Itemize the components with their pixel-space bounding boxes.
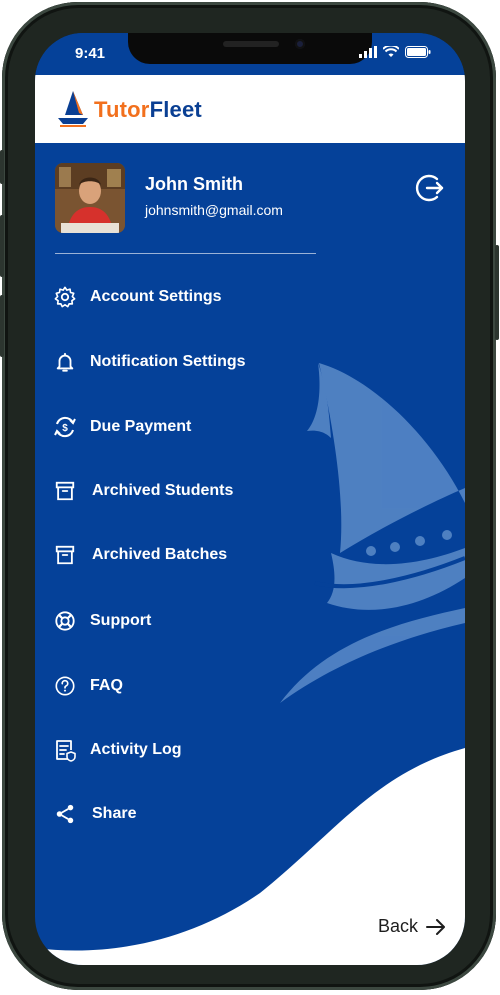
- app-header: TutorFleet: [35, 75, 465, 143]
- menu-item-share[interactable]: Share: [53, 798, 136, 830]
- back-label: Back: [378, 916, 419, 936]
- side-button-left-2: [0, 215, 4, 277]
- status-time: 9:41: [75, 45, 106, 62]
- gear-icon: [53, 285, 77, 309]
- svg-text:$: $: [62, 423, 68, 434]
- user-name: John Smith: [145, 174, 243, 194]
- arrow-right-icon: [426, 918, 446, 935]
- menu-item-notification-settings[interactable]: Notification Settings: [53, 346, 246, 378]
- menu-item-label: Due Payment: [90, 418, 192, 435]
- avatar[interactable]: [55, 163, 125, 233]
- status-bar: 9:41: [35, 33, 465, 75]
- share-icon: [53, 802, 77, 826]
- tutorfleet-logo-icon: [58, 91, 88, 127]
- menu-item-label: Archived Students: [92, 482, 234, 499]
- menu-item-label: Activity Log: [90, 741, 182, 758]
- wifi-icon: [383, 46, 399, 57]
- menu-item-account-settings[interactable]: Account Settings: [53, 281, 222, 313]
- menu-item-label: Support: [90, 612, 152, 629]
- menu-item-label: Notification Settings: [90, 353, 246, 370]
- speaker: [223, 41, 279, 47]
- menu-item-label: Share: [92, 805, 137, 822]
- bell-icon: [53, 350, 77, 374]
- battery-icon: [405, 46, 431, 58]
- status-icons: [359, 46, 431, 58]
- avatar-photo: [55, 163, 125, 233]
- lifebuoy-icon: [53, 609, 77, 633]
- drawer-menu: John Smith johnsmith@gmail.com Account S…: [35, 143, 465, 965]
- menu-item-label: Account Settings: [90, 288, 222, 305]
- logo-text-tutor: Tutor: [94, 97, 150, 122]
- phone-device: 9:41 TutorFleet John Smith johnsmith@gma…: [0, 0, 500, 995]
- question-icon: [53, 674, 77, 698]
- menu-item-archived-batches[interactable]: Archived Batches: [53, 539, 227, 571]
- menu-item-activity-log[interactable]: Activity Log: [53, 734, 182, 766]
- menu-item-faq[interactable]: FAQ: [53, 670, 123, 702]
- logout-button[interactable]: [415, 172, 447, 204]
- activity-log-icon: [53, 738, 77, 762]
- side-button-right: [495, 245, 499, 340]
- app-logo-text: TutorFleet: [94, 97, 202, 123]
- menu-item-archived-students[interactable]: Archived Students: [53, 475, 233, 507]
- side-button-left-3: [0, 295, 4, 357]
- user-email: johnsmith@gmail.com: [145, 202, 283, 218]
- dollar-refresh-icon: $: [53, 415, 77, 439]
- menu-item-due-payment[interactable]: $ Due Payment: [53, 411, 191, 443]
- archive-box-icon: [53, 543, 77, 567]
- notch: [128, 33, 372, 64]
- archive-box-icon: [53, 479, 77, 503]
- signal-icon: [359, 46, 377, 58]
- profile-divider: [55, 253, 316, 254]
- menu-item-label: Archived Batches: [92, 546, 228, 563]
- logo-text-fleet: Fleet: [149, 97, 202, 122]
- back-button[interactable]: Back: [378, 916, 446, 937]
- side-button-left-1: [0, 150, 4, 184]
- logout-icon: [415, 174, 444, 202]
- app-screen: 9:41 TutorFleet John Smith johnsmith@gma…: [35, 33, 465, 965]
- camera: [295, 39, 305, 49]
- menu-item-label: FAQ: [90, 677, 123, 694]
- menu-item-support[interactable]: Support: [53, 605, 151, 637]
